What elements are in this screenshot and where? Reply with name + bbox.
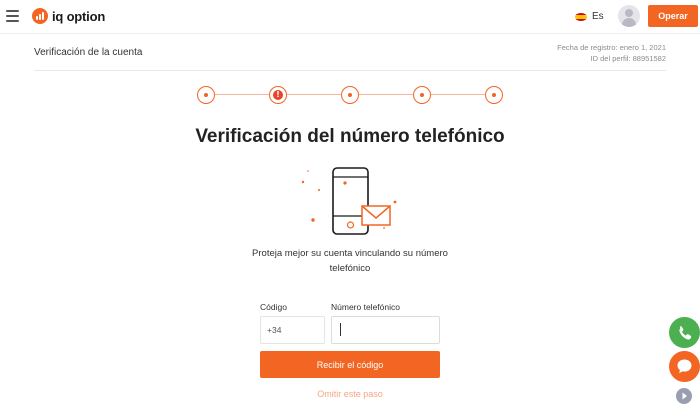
hamburger-icon[interactable] <box>6 10 19 22</box>
avatar[interactable] <box>618 5 640 27</box>
step-connector <box>286 94 342 95</box>
phone-icon <box>679 326 692 340</box>
step-connector <box>214 94 270 95</box>
account-meta: Fecha de registro: enero 1, 2021 ID del … <box>557 42 666 64</box>
logo-text: iq option <box>52 8 106 24</box>
page-title: Verificación de la cuenta <box>34 47 143 58</box>
step-4[interactable] <box>413 86 431 104</box>
registration-date: Fecha de registro: enero 1, 2021 <box>557 43 666 52</box>
country-code-input[interactable] <box>260 316 325 344</box>
chat-button[interactable] <box>669 351 700 382</box>
language-label: Es <box>592 11 604 22</box>
phone-label: Número telefónico <box>331 302 400 312</box>
main-title: Verificación del número telefónico <box>195 126 505 147</box>
profile-id: ID del perfil: 88951582 <box>590 54 666 63</box>
text-cursor <box>340 323 341 336</box>
top-bar: iq option Es Operar <box>0 0 700 34</box>
expand-button[interactable] <box>676 388 692 404</box>
logo-icon <box>32 8 48 24</box>
step-connector <box>358 94 414 95</box>
code-label: Código <box>260 302 287 312</box>
account-header: Verificación de la cuenta Fecha de regis… <box>34 36 666 71</box>
call-button[interactable] <box>669 317 700 348</box>
operar-button[interactable]: Operar <box>648 5 698 27</box>
alert-icon <box>273 89 283 100</box>
step-5[interactable] <box>485 86 503 104</box>
phone-number-input[interactable] <box>331 316 440 344</box>
description-text: Proteja mejor su cuenta vinculando su nú… <box>252 248 448 274</box>
skip-step-link[interactable]: Omitir este paso <box>0 389 700 399</box>
phone-message-illustration <box>301 167 397 235</box>
spain-flag-icon <box>575 12 587 21</box>
step-2-active[interactable] <box>269 86 287 104</box>
step-connector <box>430 94 486 95</box>
play-icon <box>682 392 687 400</box>
receive-code-button[interactable]: Recibir el código <box>260 351 440 378</box>
language-selector[interactable]: Es <box>575 11 604 22</box>
chat-icon <box>677 359 692 374</box>
logo[interactable]: iq option <box>32 7 105 25</box>
step-1[interactable] <box>197 86 215 104</box>
step-3[interactable] <box>341 86 359 104</box>
